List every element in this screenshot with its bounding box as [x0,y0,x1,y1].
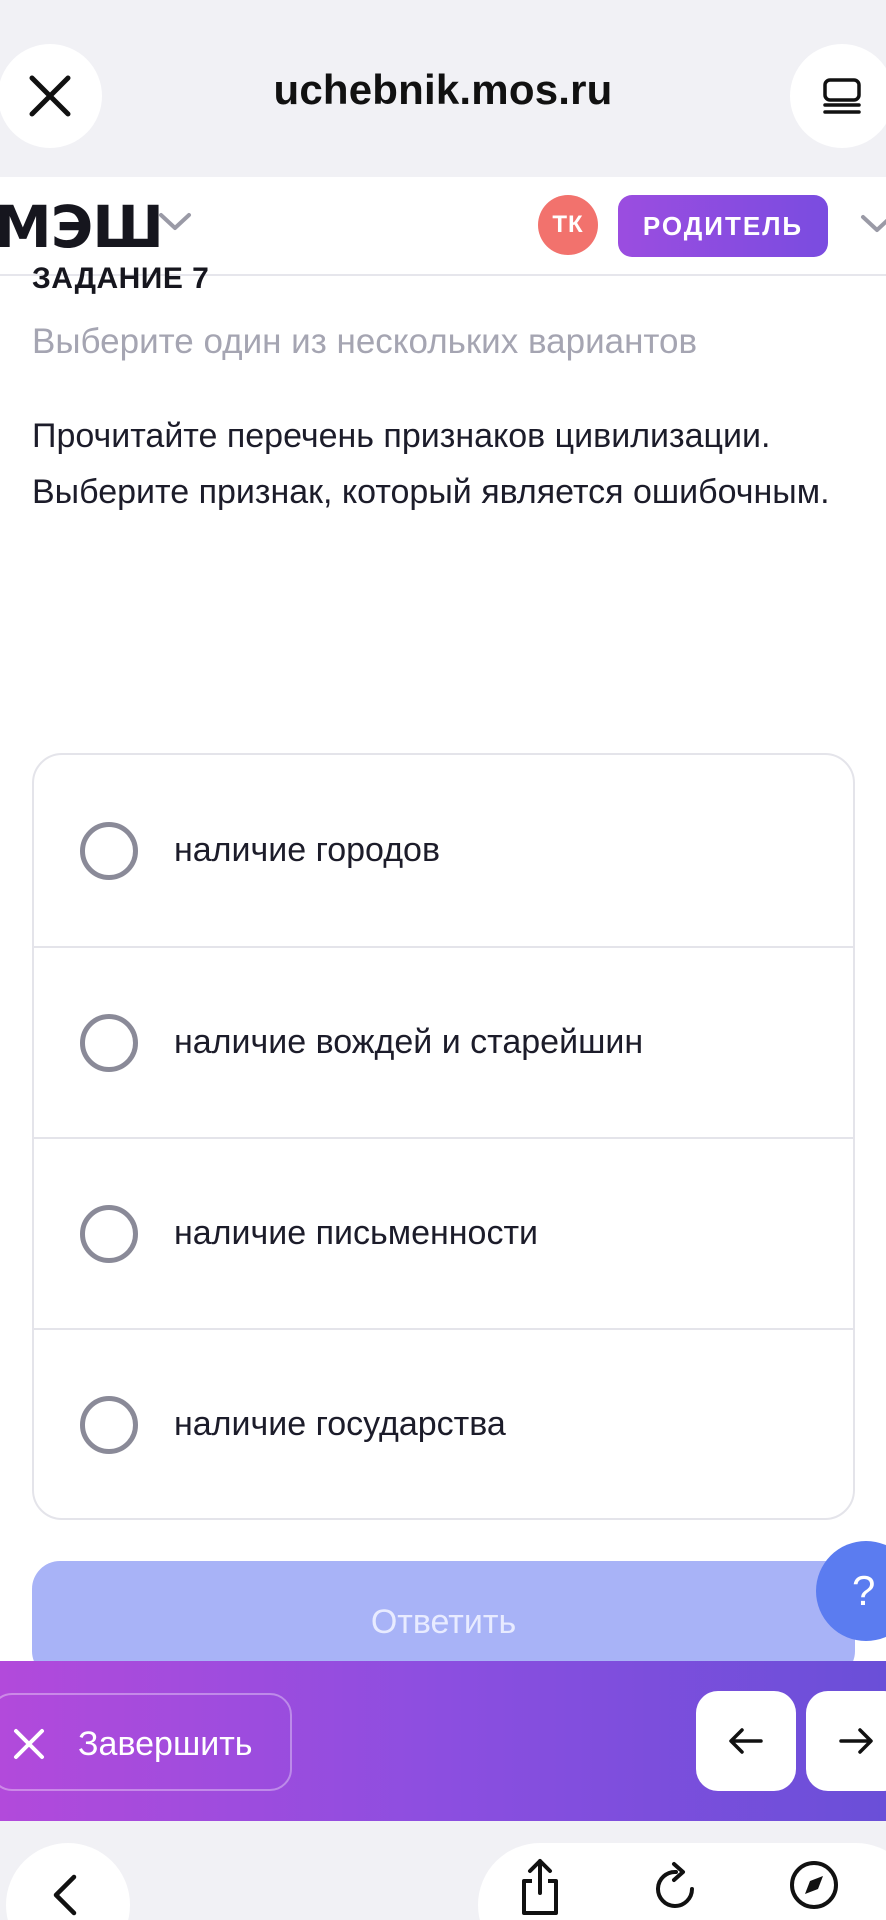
finish-label: Завершить [78,1725,253,1763]
task-number: ЗАДАНИЕ 7 [32,262,210,295]
next-task-button[interactable] [806,1691,886,1791]
chevron-left-icon [53,1874,77,1916]
task-hint: Выберите один из нескольких вариантов [32,322,698,361]
option-label: наличие вождей и старейшин [174,1023,644,1061]
answer-options: наличие городов наличие вождей и старейш… [32,753,855,1520]
option-label: наличие письменности [174,1214,539,1252]
radio-button[interactable] [80,1395,138,1454]
tabs-icon [823,78,861,114]
close-icon [14,1729,44,1759]
option-2[interactable]: наличие вождей и старейшин [34,946,853,1137]
user-avatar[interactable]: ТК [538,195,598,255]
browser-top-bar: uchebnik.mos.ru [0,0,886,177]
option-label: наличие государства [174,1405,506,1443]
compass-icon[interactable] [788,1859,840,1911]
previous-task-button[interactable] [696,1691,796,1791]
option-1[interactable]: наличие городов [34,755,853,946]
chevron-down-icon[interactable] [158,211,192,233]
radio-button[interactable] [80,1204,138,1263]
mesh-logo[interactable]: МЭШ [0,193,164,261]
task-question: Прочитайте перечень признаков цивилизаци… [32,417,830,511]
arrow-left-icon [729,1728,763,1754]
chevron-down-icon[interactable] [860,213,886,235]
radio-button[interactable] [80,821,138,880]
tabs-button[interactable] [790,44,886,148]
share-icon[interactable] [518,1857,562,1917]
option-3[interactable]: наличие письменности [34,1137,853,1328]
url-address[interactable]: uchebnik.mos.ru [0,66,886,114]
reload-icon[interactable] [652,1861,700,1913]
arrow-right-icon [839,1728,873,1754]
action-bar: Завершить [0,1661,886,1821]
radio-button[interactable] [80,1013,138,1072]
browser-bottom-bar [0,1821,886,1920]
finish-button[interactable]: Завершить [0,1693,292,1791]
back-button[interactable] [6,1843,130,1920]
browser-actions [478,1843,886,1920]
option-4[interactable]: наличие государства [34,1328,853,1518]
option-label: наличие городов [174,831,441,869]
role-badge[interactable]: РОДИТЕЛЬ [618,195,828,257]
